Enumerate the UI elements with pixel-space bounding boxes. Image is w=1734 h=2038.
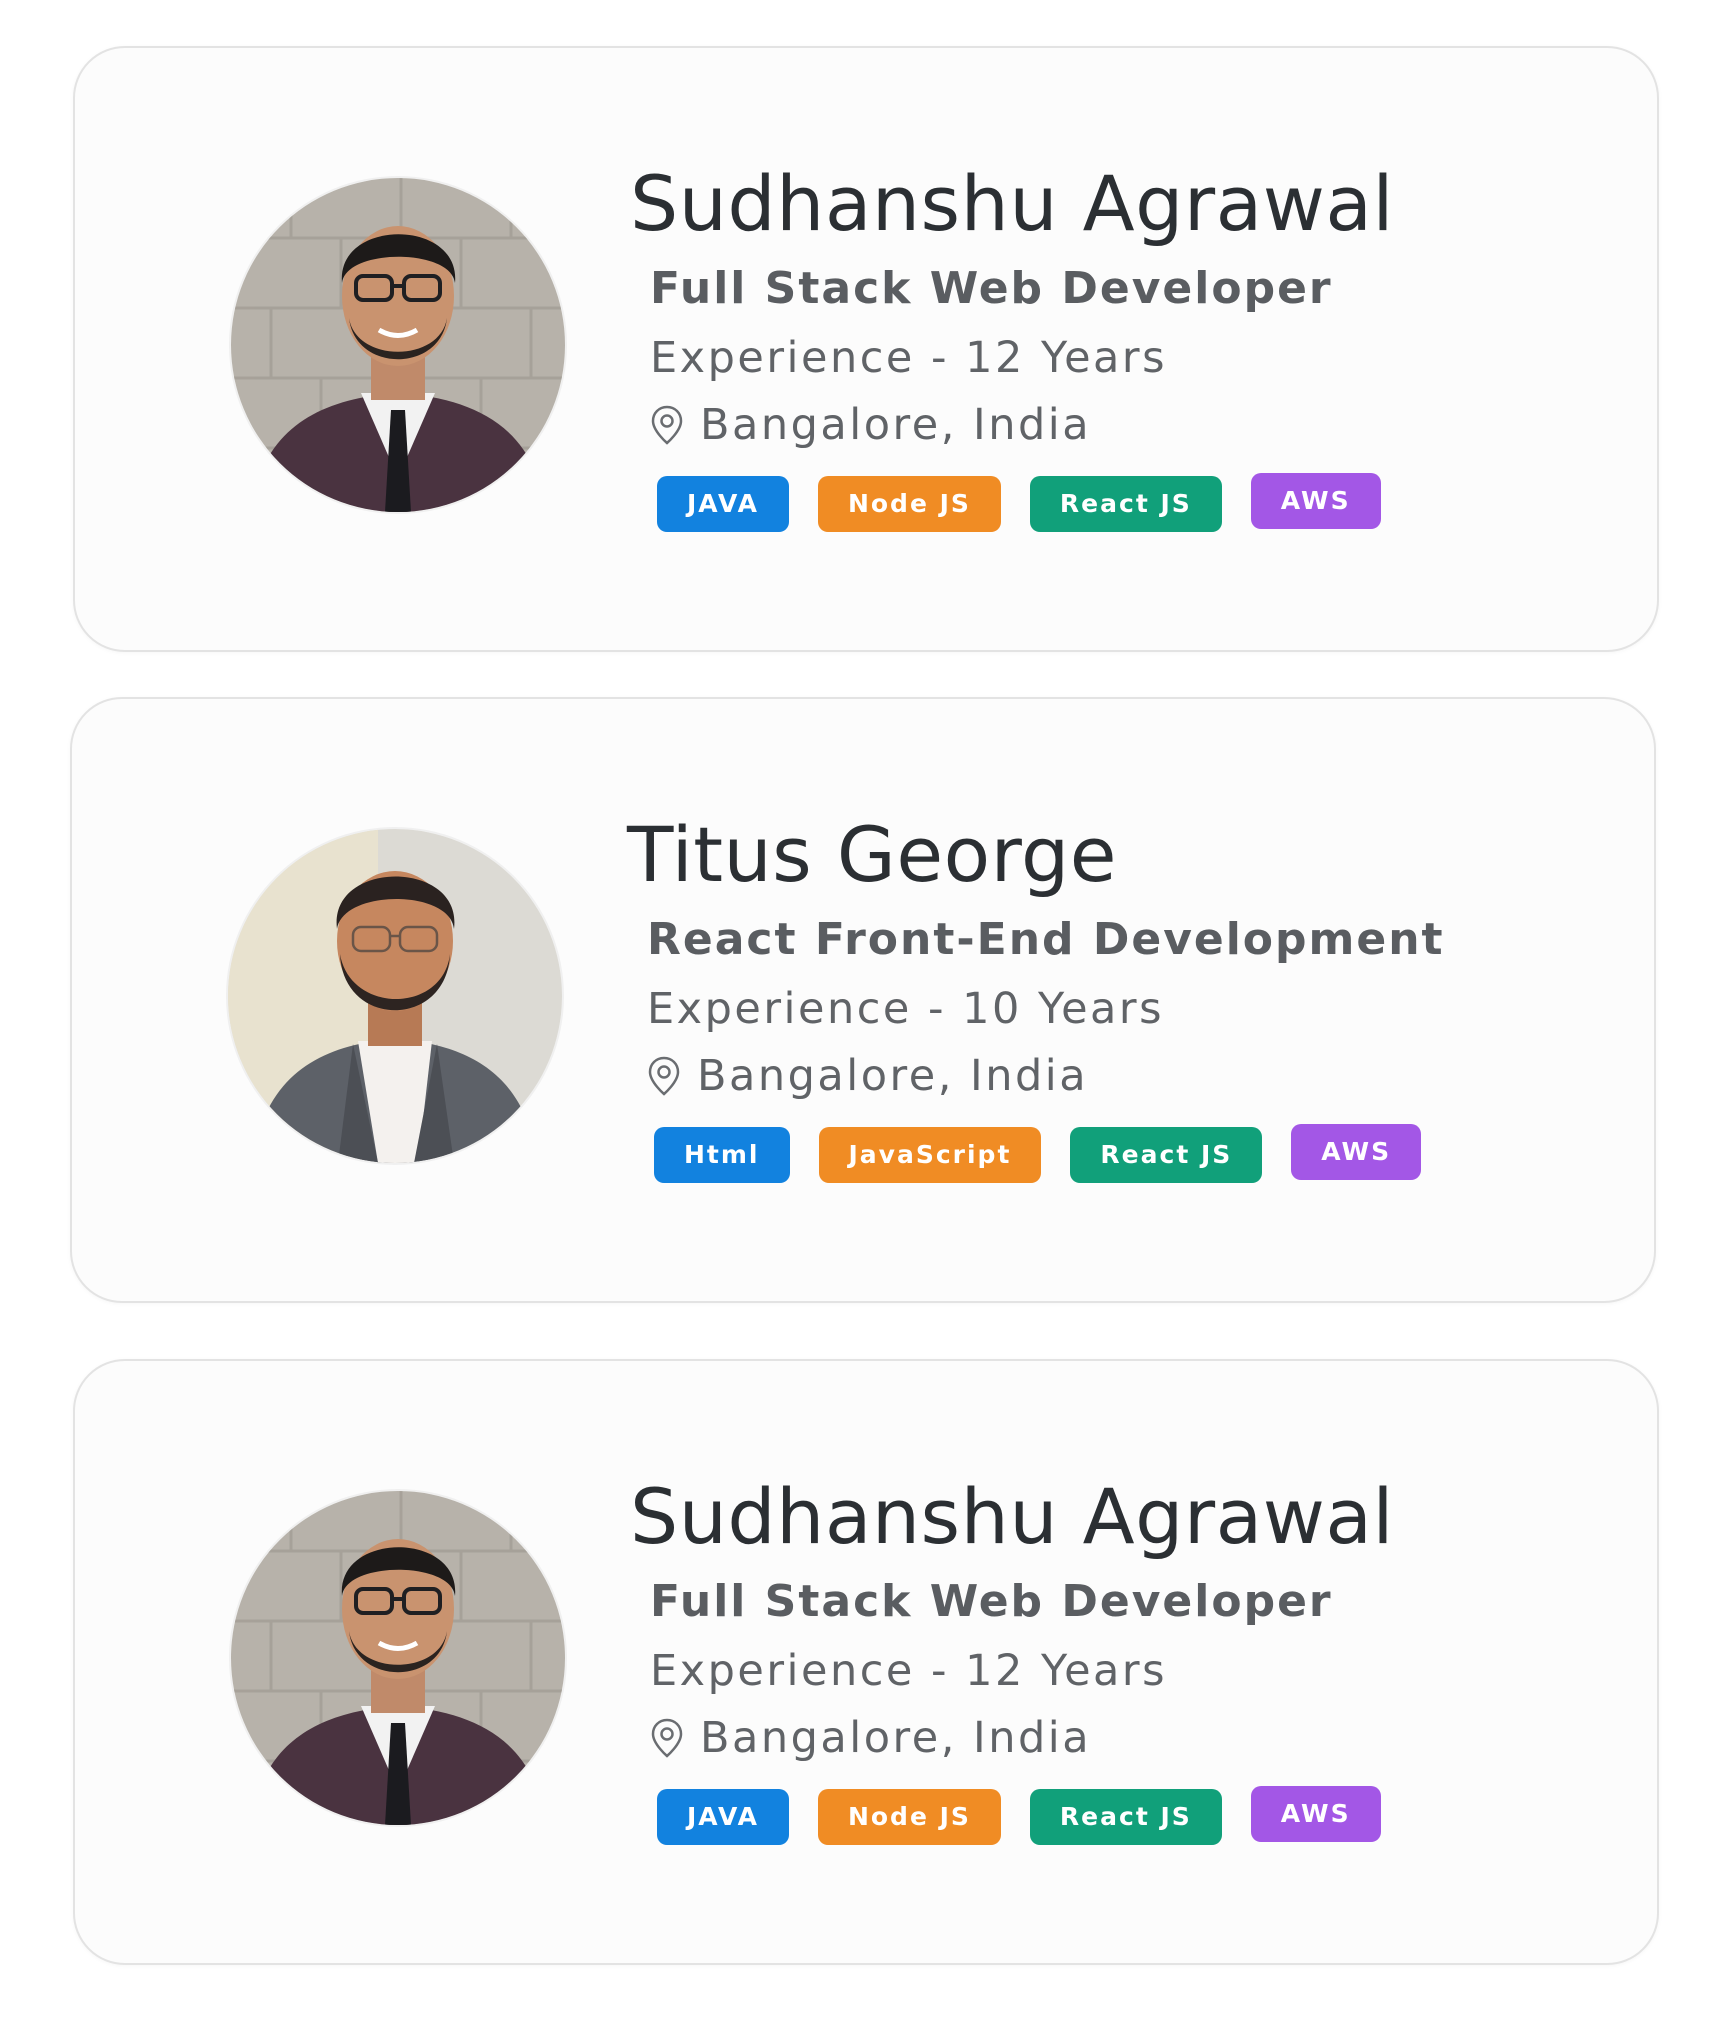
profile-location: Bangalore, India bbox=[647, 1043, 1607, 1109]
profile-experience: Experience - 12 Years bbox=[650, 333, 1167, 383]
profile-name: Sudhanshu Agrawal bbox=[630, 159, 1395, 248]
skill-tag[interactable]: Html bbox=[654, 1127, 790, 1183]
skill-tags: Html JavaScript React JS AWS bbox=[654, 1124, 1607, 1183]
profile-role: Full Stack Web Developer bbox=[650, 1576, 1333, 1627]
location-label: Bangalore, India bbox=[697, 1051, 1089, 1101]
skill-tag[interactable]: JavaScript bbox=[818, 1127, 1042, 1183]
skill-tag[interactable]: React JS bbox=[1029, 1789, 1222, 1845]
location-pin-icon bbox=[648, 1056, 680, 1096]
profile-role: React Front-End Development bbox=[647, 914, 1445, 965]
location-label: Bangalore, India bbox=[700, 1713, 1092, 1763]
skill-tag[interactable]: JAVA bbox=[657, 1789, 789, 1845]
skill-tag[interactable]: AWS bbox=[1291, 1124, 1422, 1180]
avatar bbox=[228, 829, 562, 1163]
skill-tag[interactable]: JAVA bbox=[657, 476, 789, 532]
profile-info: Titus George React Front-End Development… bbox=[627, 805, 1607, 1183]
avatar bbox=[231, 1491, 565, 1825]
location-label: Bangalore, India bbox=[700, 400, 1092, 450]
profile-photo bbox=[228, 829, 562, 1163]
profile-photo bbox=[231, 178, 565, 512]
skill-tag[interactable]: AWS bbox=[1250, 1786, 1381, 1842]
avatar bbox=[231, 178, 565, 512]
profile-card[interactable]: Sudhanshu Agrawal Full Stack Web Develop… bbox=[73, 46, 1659, 652]
location-pin-icon bbox=[651, 1718, 683, 1758]
profile-experience: Experience - 12 Years bbox=[650, 1646, 1167, 1696]
profile-info: Sudhanshu Agrawal Full Stack Web Develop… bbox=[630, 1467, 1610, 1845]
skill-tag[interactable]: React JS bbox=[1029, 476, 1222, 532]
profile-location: Bangalore, India bbox=[650, 392, 1610, 458]
profile-role: Full Stack Web Developer bbox=[650, 263, 1333, 314]
skill-tag[interactable]: Node JS bbox=[817, 476, 1001, 532]
skill-tag[interactable]: AWS bbox=[1250, 473, 1381, 529]
profile-experience: Experience - 10 Years bbox=[647, 984, 1164, 1034]
skill-tag[interactable]: Node JS bbox=[817, 1789, 1001, 1845]
profile-photo bbox=[231, 1491, 565, 1825]
profile-name: Sudhanshu Agrawal bbox=[630, 1472, 1395, 1561]
skill-tags: JAVA Node JS React JS AWS bbox=[657, 473, 1610, 532]
profile-card[interactable]: Sudhanshu Agrawal Full Stack Web Develop… bbox=[73, 1359, 1659, 1965]
skill-tag[interactable]: React JS bbox=[1070, 1127, 1263, 1183]
profile-name: Titus George bbox=[627, 810, 1117, 899]
profile-info: Sudhanshu Agrawal Full Stack Web Develop… bbox=[630, 154, 1610, 532]
profile-card[interactable]: Titus George React Front-End Development… bbox=[70, 697, 1656, 1303]
profile-location: Bangalore, India bbox=[650, 1705, 1610, 1771]
location-pin-icon bbox=[651, 405, 683, 445]
skill-tags: JAVA Node JS React JS AWS bbox=[657, 1786, 1610, 1845]
